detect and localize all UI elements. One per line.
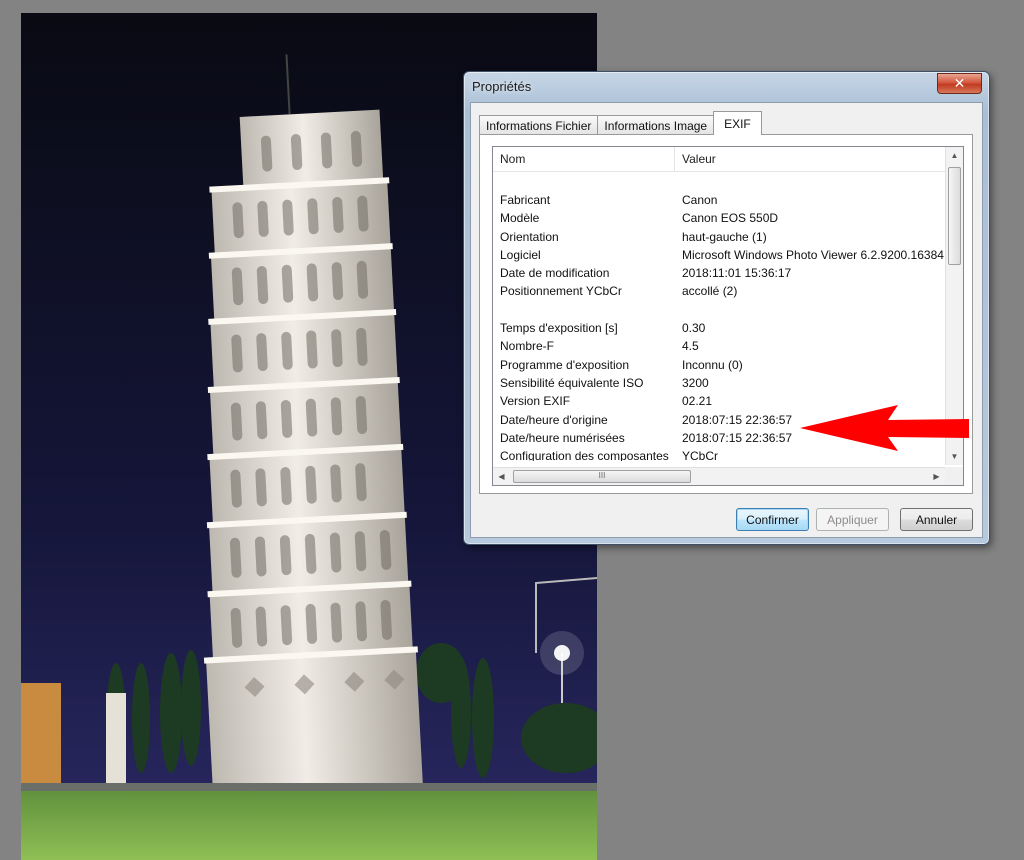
dialog-title: Propriétés [472,79,532,94]
tab-strip: Informations Fichier Informations Image … [479,111,762,135]
table-row[interactable]: Programme d'exposition Inconnu (0) [493,356,945,374]
tab-image-info[interactable]: Informations Image [597,115,715,135]
horizontal-scroll-thumb[interactable]: III [513,470,691,483]
scroll-up-icon[interactable]: ▲ [946,147,963,164]
row-name: Date/heure numérisées [500,430,625,445]
row-name: Fabricant [500,193,551,207]
row-name: Sensibilité équivalente ISO [500,375,644,390]
row-value [675,301,945,319]
column-header-name[interactable]: Nom [493,147,675,171]
scroll-right-icon[interactable]: ▶ [928,468,945,485]
row-value: 2018:11:01 15:36:17 [682,266,792,281]
row-name: Date de modification [500,266,610,281]
row-name: Modèle [500,211,540,226]
row-name: Date/heure d'origine [500,412,608,427]
column-header-value[interactable]: Valeur [675,147,945,171]
row-name: Temps d'exposition [s] [500,321,618,336]
row-name: Configuration des composantes [500,449,669,461]
cancel-button[interactable]: Annuler [900,508,973,531]
row-value: Canon [682,193,718,207]
properties-dialog: Propriétés ✕ Informations Fichier Inform… [463,71,990,545]
scroll-left-icon[interactable]: ◀ [493,468,510,485]
table-row[interactable]: Fabricant Canon [493,191,945,209]
row-name: Version EXIF [500,394,571,409]
table-row[interactable]: Sensibilité équivalente ISO 3200 [493,374,945,392]
close-icon: ✕ [953,75,966,91]
scrollbar-corner [945,467,963,485]
row-value: 3200 [682,375,709,390]
confirm-button[interactable]: Confirmer [736,508,809,531]
row-name: Positionnement YCbCr [500,284,622,299]
arrow-left-icon [800,405,970,456]
row-value: 4.5 [682,339,699,354]
row-value: Canon EOS 550D [682,211,779,226]
row-value: 0.30 [682,321,706,336]
horizontal-scrollbar[interactable]: ◀ III ▶ [493,467,963,485]
table-row[interactable]: Logiciel Microsoft Windows Photo Viewer 6… [493,246,945,264]
tab-file-info[interactable]: Informations Fichier [479,115,599,135]
table-row-empty [493,301,945,319]
row-name: Logiciel [500,247,541,262]
row-name [493,301,675,319]
red-arrow-drawing [800,405,969,451]
table-row[interactable]: Modèle Canon EOS 550D [493,209,945,227]
close-button[interactable]: ✕ [937,73,982,94]
row-value: haut-gauche (1) [682,229,767,244]
table-row[interactable]: Positionnement YCbCr accollé (2) [493,282,945,300]
table-row[interactable]: Date de modification 2018:11:01 15:36:17 [493,264,945,282]
table-row[interactable]: Nombre-F 4.5 [493,337,945,355]
row-name: Orientation [500,229,559,244]
list-header: Nom Valeur [493,147,945,172]
row-value: Microsoft Windows Photo Viewer 6.2.9200.… [682,247,944,262]
tab-exif[interactable]: EXIF [713,111,762,135]
table-row[interactable]: Temps d'exposition [s] 0.30 [493,319,945,337]
row-name: Nombre-F [500,339,555,354]
vertical-scroll-thumb[interactable] [948,167,961,265]
row-name: Programme d'exposition [500,357,630,372]
row-value: Inconnu (0) [682,357,743,372]
dialog-client-area: Informations Fichier Informations Image … [470,102,983,538]
row-value: accollé (2) [682,284,738,299]
apply-button[interactable]: Appliquer [816,508,889,531]
table-row[interactable]: Orientation haut-gauche (1) [493,228,945,246]
